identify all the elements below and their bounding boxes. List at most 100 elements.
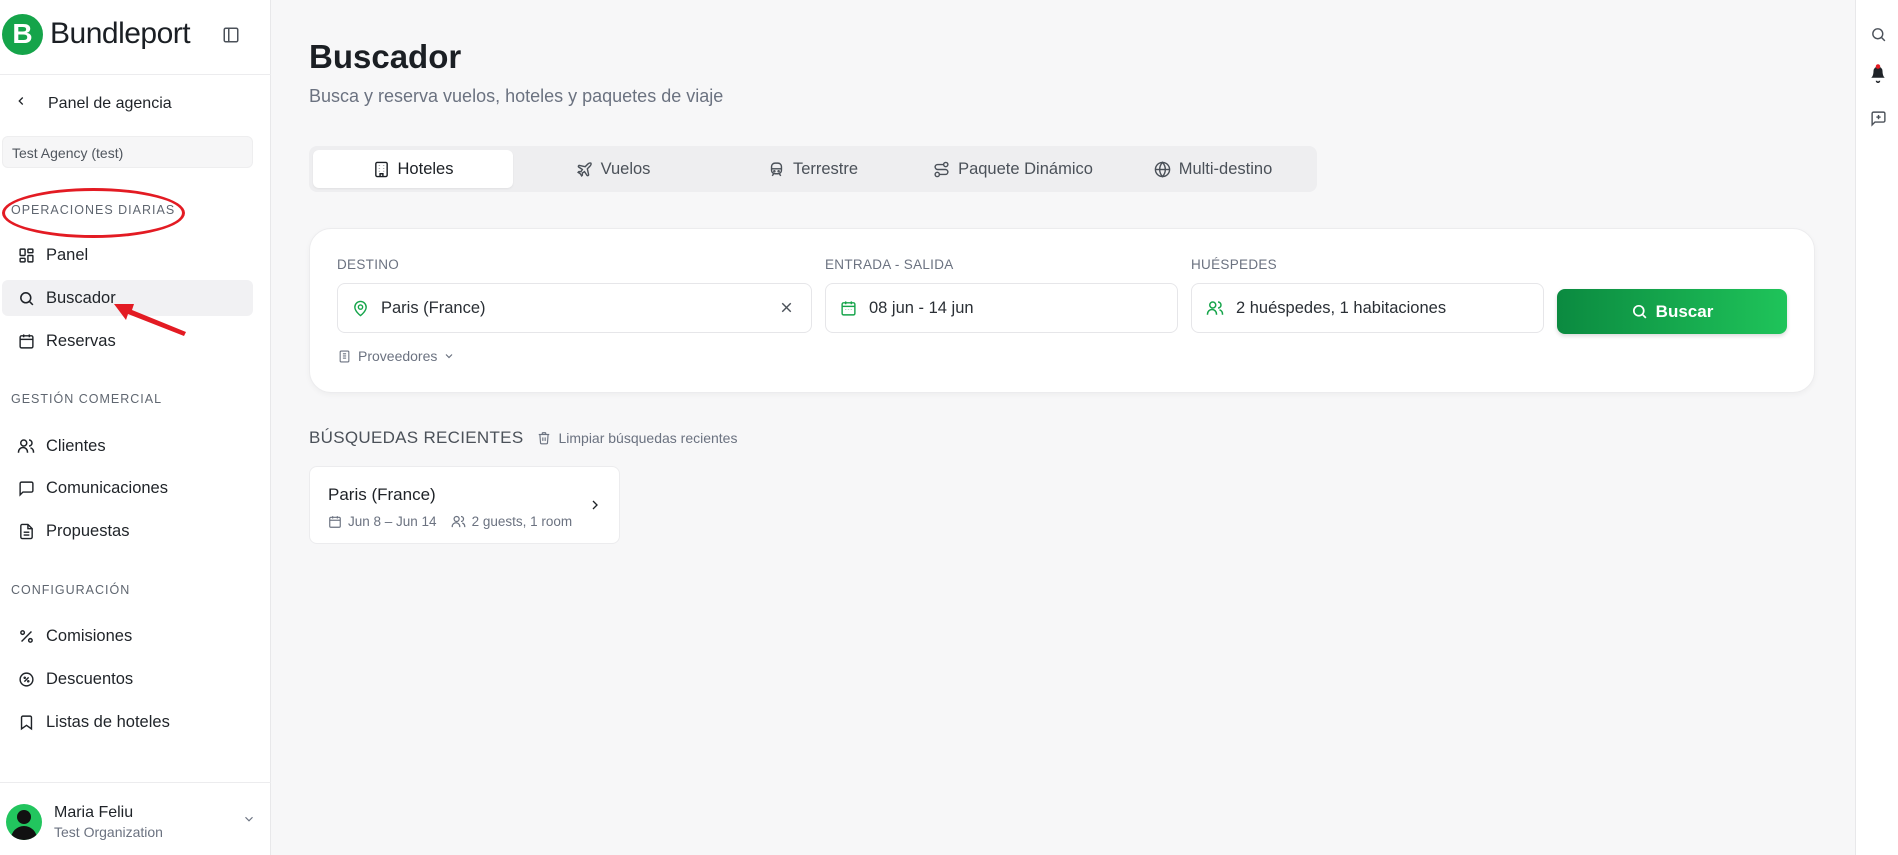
back-label: Panel de agencia xyxy=(48,94,172,112)
search-button[interactable]: Buscar xyxy=(1557,289,1787,334)
agency-selector[interactable]: Test Agency (test) xyxy=(2,136,253,168)
user-org: Test Organization xyxy=(54,824,163,840)
sidebar-divider xyxy=(0,782,271,783)
sidebar-item-comisiones[interactable]: Comisiones xyxy=(2,618,253,654)
map-pin-icon xyxy=(352,300,369,317)
trash-icon xyxy=(537,431,551,445)
user-name: Maria Feliu xyxy=(54,804,134,821)
sidebar-item-label: Comisiones xyxy=(46,626,133,645)
sidebar-item-label: Clientes xyxy=(46,436,106,455)
feedback-icon[interactable] xyxy=(1867,107,1889,129)
tab-paquete-dinamico[interactable]: Paquete Dinámico xyxy=(913,150,1113,188)
sidebar-item-clientes[interactable]: Clientes xyxy=(2,428,253,464)
section-title-configuracion: CONFIGURACIÓN xyxy=(11,583,131,597)
tab-label: Multi-destino xyxy=(1178,159,1273,178)
recent-guests: 2 guests, 1 room xyxy=(471,514,573,529)
plane-icon xyxy=(576,161,593,178)
building-icon xyxy=(338,350,351,363)
message-icon xyxy=(16,478,36,498)
bus-icon xyxy=(768,161,785,178)
sidebar-item-label: Listas de hoteles xyxy=(46,712,170,731)
recent-searches-header: BÚSQUEDAS RECIENTES Limpiar búsquedas re… xyxy=(309,428,737,448)
tab-terrestre[interactable]: Terrestre xyxy=(713,150,913,188)
sidebar-divider xyxy=(0,74,271,75)
section-title-gestion: GESTIÓN COMERCIAL xyxy=(11,392,163,406)
annotation-arrow xyxy=(114,304,186,336)
logo-mark: B xyxy=(2,13,43,55)
search-button-label: Buscar xyxy=(1655,301,1714,321)
sidebar-item-propuestas[interactable]: Propuestas xyxy=(2,513,253,549)
recent-search-item[interactable]: Paris (France) Jun 8 – Jun 14 2 guests, … xyxy=(309,466,620,544)
calendar-icon xyxy=(16,331,36,351)
search-type-tabs: Hoteles Vuelos Terrestre Paquete Dinámic… xyxy=(309,146,1317,192)
users-icon xyxy=(1206,299,1224,317)
tab-vuelos[interactable]: Vuelos xyxy=(513,150,713,188)
search-icon xyxy=(16,288,36,308)
avatar xyxy=(6,804,42,840)
notification-bell-icon[interactable] xyxy=(1867,63,1889,85)
page-title: Buscador xyxy=(309,38,462,75)
brand-name: Bundleport xyxy=(50,17,191,50)
bookmark-icon xyxy=(16,712,36,732)
close-icon[interactable] xyxy=(778,299,795,321)
sidebar-item-comunicaciones[interactable]: Comunicaciones xyxy=(2,470,253,506)
discount-icon xyxy=(16,669,36,689)
tab-label: Terrestre xyxy=(792,159,859,178)
back-to-agency-panel[interactable]: Panel de agencia xyxy=(14,94,172,113)
recent-meta: Jun 8 – Jun 14 2 guests, 1 room xyxy=(328,514,572,529)
chevron-right-icon xyxy=(587,497,603,518)
sidebar-item-panel[interactable]: Panel xyxy=(2,237,253,273)
clear-recent-label: Limpiar búsquedas recientes xyxy=(558,430,738,446)
percent-icon xyxy=(16,626,36,646)
search-icon[interactable] xyxy=(1867,23,1889,45)
sidebar-item-listas-hoteles[interactable]: Listas de hoteles xyxy=(2,704,253,740)
tab-label: Vuelos xyxy=(600,159,651,178)
globe-icon xyxy=(1154,160,1171,178)
chevron-down-icon xyxy=(443,350,455,362)
sidebar-item-label: Panel xyxy=(46,245,89,264)
user-menu[interactable]: Maria Feliu Test Organization xyxy=(6,800,256,844)
building-icon xyxy=(373,161,390,178)
calendar-icon xyxy=(328,515,342,529)
recent-searches-title: BÚSQUEDAS RECIENTES xyxy=(309,428,524,447)
tab-multi-destino[interactable]: Multi-destino xyxy=(1113,150,1313,188)
sidebar: B Bundleport Panel de agencia Test Agenc… xyxy=(0,0,271,855)
destination-value: Paris (France) xyxy=(381,298,486,317)
dashboard-icon xyxy=(16,245,36,265)
route-icon xyxy=(933,161,950,178)
search-icon xyxy=(1631,303,1648,320)
clear-recent-button[interactable]: Limpiar búsquedas recientes xyxy=(537,430,737,446)
calendar-icon xyxy=(840,300,857,317)
sidebar-toggle-icon[interactable] xyxy=(220,24,242,46)
dates-value: 08 jun - 14 jun xyxy=(869,298,974,317)
destination-label: DESTINO xyxy=(337,257,400,272)
providers-dropdown[interactable]: Proveedores xyxy=(338,348,455,364)
sidebar-item-descuentos[interactable]: Descuentos xyxy=(2,661,253,697)
page-subtitle: Busca y reserva vuelos, hoteles y paquet… xyxy=(309,86,724,106)
tab-hoteles[interactable]: Hoteles xyxy=(313,150,513,188)
recent-dates: Jun 8 – Jun 14 xyxy=(348,514,437,529)
sidebar-item-label: Buscador xyxy=(46,288,116,307)
recent-destination: Paris (France) xyxy=(328,485,436,504)
tab-label: Paquete Dinámico xyxy=(958,159,1093,178)
guests-value: 2 huéspedes, 1 habitaciones xyxy=(1236,298,1447,317)
annotation-ellipse xyxy=(2,188,185,238)
dates-label: ENTRADA - SALIDA xyxy=(825,257,954,272)
dates-field[interactable]: 08 jun - 14 jun xyxy=(825,283,1178,333)
users-icon xyxy=(16,436,36,456)
users-icon xyxy=(451,514,466,529)
brand-logo[interactable]: B Bundleport xyxy=(2,12,191,56)
guests-label: HUÉSPEDES xyxy=(1191,257,1277,272)
chevron-left-icon xyxy=(14,94,28,113)
guests-field[interactable]: 2 huéspedes, 1 habitaciones xyxy=(1191,283,1544,333)
search-form: DESTINO Paris (France) ENTRADA - SALIDA … xyxy=(309,228,1815,393)
sidebar-item-label: Propuestas xyxy=(46,521,130,540)
destination-field[interactable]: Paris (France) xyxy=(337,283,812,333)
document-icon xyxy=(16,521,36,541)
chevron-down-icon xyxy=(242,812,256,831)
providers-label: Proveedores xyxy=(358,348,438,364)
sidebar-item-label: Descuentos xyxy=(46,669,134,688)
sidebar-item-label: Reservas xyxy=(46,331,116,350)
sidebar-item-label: Comunicaciones xyxy=(46,478,168,497)
right-rail xyxy=(1855,0,1898,855)
